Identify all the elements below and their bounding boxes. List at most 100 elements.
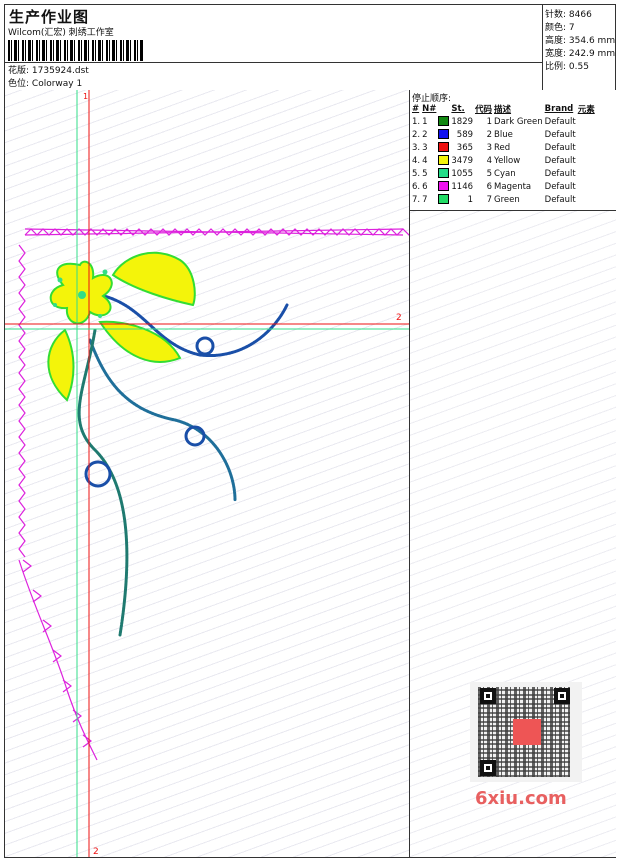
table-header-row: # N# St. 代码 描述 Brand 元素: [411, 102, 596, 115]
row-element: [577, 128, 596, 141]
col-code: 代码: [475, 104, 493, 115]
row-description: Green: [494, 194, 520, 205]
row-brand: Default: [544, 129, 576, 140]
row-swatch: [437, 193, 450, 206]
row-index: 2.: [412, 129, 421, 140]
row-swatch: [437, 180, 450, 193]
row-code: 6: [486, 181, 493, 192]
row-index: 7.: [412, 194, 421, 205]
col-swatch: [437, 102, 450, 115]
row-code: 2: [486, 129, 493, 140]
row-swatch: [437, 167, 450, 180]
row-brand: Default: [544, 168, 576, 179]
row-code: 4: [486, 155, 493, 166]
row-index: 3.: [412, 142, 421, 153]
worksheet-header: 生产作业图 Wilcom(汇宏) 刺绣工作室 花版: 1735924.dst 色…: [5, 5, 615, 91]
table-row: 3. 3 365 3 Red Default: [411, 141, 596, 154]
row-description: Yellow: [494, 155, 521, 166]
vine-stems: [77, 293, 289, 637]
colorway-value: Colorway 1: [31, 79, 83, 89]
color-swatch: [438, 181, 450, 192]
col-index: #: [412, 103, 420, 114]
row-index: 6.: [412, 181, 421, 192]
row-needle: 3: [422, 142, 428, 153]
row-element: [577, 180, 596, 193]
row-code: 7: [486, 194, 493, 205]
row-brand: Default: [544, 142, 576, 153]
curl-right: [195, 336, 215, 356]
row-needle: 4: [422, 155, 428, 166]
row-index: 1.: [412, 116, 421, 127]
stem-down: [77, 328, 129, 637]
colorway-label: 色位:: [8, 79, 30, 89]
col-needle: N#: [422, 103, 437, 114]
row-index: 4.: [412, 155, 421, 166]
color-swatch: [438, 116, 450, 127]
row-swatch: [437, 115, 450, 128]
company-name: Wilcom(汇宏) 刺绣工作室: [8, 28, 114, 38]
row-stitches: 3479: [451, 155, 474, 166]
row-element: [577, 193, 596, 206]
qr-finder-top-left: [480, 688, 496, 704]
row-stitches: 1055: [451, 168, 474, 179]
embroidery-design: 1 2 2: [5, 90, 409, 857]
table-row: 5. 5 1055 5 Cyan Default: [411, 167, 596, 180]
worksheet-title: 生产作业图: [9, 8, 90, 26]
table-row: 4. 4 3479 4 Yellow Default: [411, 154, 596, 167]
row-description: Red: [494, 142, 511, 153]
table-row: 6. 6 1146 6 Magenta Default: [411, 180, 596, 193]
qr-code: [470, 682, 582, 782]
color-swatch: [438, 155, 450, 166]
row-needle: 5: [422, 168, 428, 179]
design-canvas: 1 2 2: [5, 90, 409, 857]
row-element: [577, 167, 596, 180]
leaf-mid-right: [98, 320, 182, 363]
row-stitches: 365: [456, 142, 474, 153]
row-needle: 1: [422, 116, 428, 127]
curl-left: [84, 460, 112, 488]
color-swatch: [438, 142, 450, 153]
qr-finder-bottom-left: [480, 760, 496, 776]
row-swatch: [437, 141, 450, 154]
guide-label-right: 2: [396, 313, 402, 323]
left-border-diag-x: [22, 559, 92, 748]
row-index: 5.: [412, 168, 421, 179]
row-description: Cyan: [494, 168, 516, 179]
row-code: 3: [486, 142, 493, 153]
col-description: 描述: [494, 104, 512, 115]
red-seal-logo: [513, 719, 541, 745]
row-element: [577, 115, 596, 128]
row-brand: Default: [544, 155, 576, 166]
colorway: 色位: Colorway 1: [8, 76, 82, 89]
qr-finder-top-right: [554, 688, 570, 704]
leaf-top-right: [111, 251, 196, 307]
row-brand: Default: [544, 194, 576, 205]
color-swatch: [438, 194, 450, 205]
left-border-diag: [18, 559, 98, 761]
watermark-text: 6xiu.com: [475, 788, 567, 809]
stat-height: 高度: 354.6 mm: [545, 36, 616, 46]
stat-scale: 比例: 0.55: [545, 62, 589, 72]
flower-group: [47, 251, 196, 402]
design-stats: 针数: 8466 颜色: 7 高度: 354.6 mm 宽度: 242.9 mm…: [542, 5, 616, 90]
row-swatch: [437, 154, 450, 167]
row-element: [577, 141, 596, 154]
row-brand: Default: [544, 116, 576, 127]
left-border: [18, 244, 26, 558]
stat-width: 宽度: 242.9 mm: [545, 49, 616, 59]
col-element: 元素: [577, 104, 595, 115]
stop-sequence-box: 停止顺序: # N# St. 代码 描述 Brand 元素 1. 1 1829 1 Da…: [410, 90, 616, 211]
design-value: 1735924.dst: [31, 66, 89, 76]
row-element: [577, 154, 596, 167]
stat-stitches: 针数: 8466: [545, 10, 592, 20]
design-file: 花版: 1735924.dst: [8, 63, 89, 76]
row-brand: Default: [544, 181, 576, 192]
color-swatch: [438, 129, 450, 140]
row-needle: 2: [422, 129, 428, 140]
row-needle: 7: [422, 194, 428, 205]
design-label: 花版:: [8, 66, 30, 76]
barcode: [8, 40, 143, 61]
table-row: 2. 2 589 2 Blue Default: [411, 128, 596, 141]
row-code: 1: [486, 116, 493, 127]
stop-sequence-table: # N# St. 代码 描述 Brand 元素 1. 1 1829 1 Dark Gre…: [411, 102, 596, 206]
